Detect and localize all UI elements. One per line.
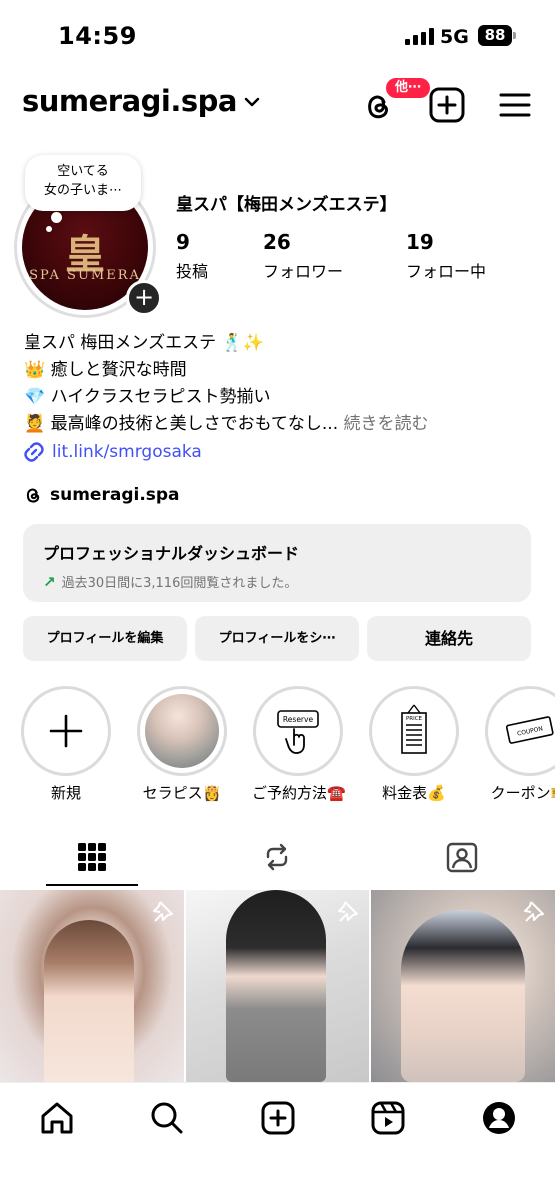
grid-icon[interactable] [77, 842, 107, 872]
highlight-price[interactable]: PRICE 料金表💰 [368, 686, 460, 803]
repost-icon[interactable] [261, 841, 293, 873]
highlight-therapist[interactable]: セラピス👸 [136, 686, 228, 803]
profile-bio: 皇スパ 梅田メンズエステ 🕺✨ 👑 癒しと贅沢な時間 💎 ハイクラスセラピスト勢… [24, 330, 429, 438]
bio-line: 皇スパ 梅田メンズエステ 🕺✨ [24, 333, 264, 353]
highlight-reservation[interactable]: Reserve ご予約方法☎️ [252, 686, 346, 803]
profile-link[interactable]: lit.link/smrgosaka [22, 440, 202, 464]
dashboard-subtitle-row: ↗ 過去30日間に3,116回閲覧されました。 [43, 572, 531, 592]
network-label: 5G [440, 26, 469, 48]
create-icon[interactable] [259, 1099, 297, 1137]
add-story-icon[interactable]: + [126, 280, 162, 316]
stat-value: 9 [176, 230, 190, 254]
bio-more-link[interactable]: 続きを読む [344, 414, 429, 434]
battery-icon: 88 [478, 25, 512, 46]
profile-tabs [0, 828, 555, 888]
add-post-icon[interactable] [428, 86, 466, 124]
menu-icon[interactable] [496, 86, 534, 124]
account-username[interactable]: sumeragi.spa [22, 84, 237, 118]
tap-hand-icon: Reserve [277, 710, 319, 754]
price-text: PRICE [406, 716, 423, 722]
highlight-label: セラピス👸 [142, 784, 222, 802]
link-icon [24, 442, 44, 462]
highlight-ring [21, 686, 111, 776]
contact-button[interactable]: 連絡先 [367, 616, 531, 661]
profile-icon[interactable] [480, 1099, 518, 1137]
dashboard-subtitle: 過去30日間に3,116回閲覧されました。 [61, 576, 298, 591]
share-profile-button[interactable]: プロフィールをシ⋯ [195, 616, 359, 661]
notification-badge[interactable]: 他⋯ [384, 76, 433, 100]
stat-value: 26 [263, 230, 291, 254]
avatar-logo-sub: SPA SUMERA [29, 268, 141, 283]
bio-line: 💆 最高峰の技術と美しさでおもてなし... [24, 414, 339, 434]
bio-line-last: 💆 最高峰の技術と美しさでおもてなし... 続きを読む [24, 411, 429, 438]
status-time: 14:59 [58, 22, 137, 50]
post-thumbnail[interactable] [185, 890, 370, 1082]
pin-icon [152, 901, 173, 922]
threads-profile-link[interactable]: sumeragi.spa [22, 484, 180, 506]
stat-label: フォロワー [263, 262, 344, 281]
reels-icon[interactable] [369, 1099, 407, 1137]
note-bubble-dot [51, 212, 62, 223]
pin-icon [338, 901, 359, 922]
post-thumbnail[interactable] [0, 890, 184, 1082]
highlight-ring [137, 686, 227, 776]
highlight-ring: PRICE [369, 686, 459, 776]
status-bar: 14:59 5G 88 [0, 0, 555, 72]
highlight-ring: COUPON [485, 686, 555, 776]
stat-value: 19 [406, 230, 434, 254]
reserve-text: Reserve [283, 715, 314, 724]
top-nav: sumeragi.spa 他⋯ [0, 76, 555, 134]
followers-stat[interactable]: 26 フォロワー [263, 230, 343, 282]
profile-link-text: lit.link/smrgosaka [52, 442, 202, 462]
stat-label: フォロー中 [406, 262, 487, 281]
trend-up-icon: ↗ [43, 572, 56, 591]
threads-handle: sumeragi.spa [50, 485, 180, 505]
price-list-icon: PRICE [401, 704, 427, 754]
highlight-ring: Reserve [253, 686, 343, 776]
photo-figure [225, 890, 326, 1082]
stat-label: 投稿 [176, 262, 209, 281]
photo-figure [401, 910, 526, 1082]
coupon-icon: COUPON [505, 716, 554, 744]
highlight-new[interactable]: 新規 [20, 686, 112, 803]
highlight-label: ご予約方法☎️ [252, 784, 346, 802]
search-icon[interactable] [148, 1099, 186, 1137]
plus-icon [49, 714, 83, 748]
active-tab-indicator [46, 884, 138, 886]
highlight-label: クーポン🎫 [490, 784, 555, 802]
posts-stat[interactable]: 9 投稿 [176, 230, 208, 282]
dashboard-title: プロフェッショナルダッシュボード [43, 544, 300, 563]
note-text: 空いてる 女の子いま⋯ [43, 164, 122, 198]
bottom-nav [0, 1082, 555, 1200]
pin-icon [524, 901, 545, 922]
note-bubble[interactable]: 空いてる 女の子いま⋯ [25, 155, 141, 211]
edit-profile-button[interactable]: プロフィールを編集 [23, 616, 187, 661]
display-name: 皇スパ【梅田メンズエステ】 [176, 195, 397, 215]
post-grid [0, 890, 555, 1082]
following-stat[interactable]: 19 フォロー中 [406, 230, 486, 282]
tagged-icon[interactable] [445, 840, 479, 874]
highlight-label: 料金表💰 [382, 784, 446, 802]
chevron-down-icon[interactable] [244, 96, 260, 108]
home-icon[interactable] [38, 1099, 76, 1137]
photo-figure [44, 920, 134, 1082]
bio-line: 👑 癒しと贅沢な時間 [24, 360, 187, 380]
signal-icon [405, 28, 434, 45]
post-thumbnail[interactable] [371, 890, 555, 1082]
professional-dashboard[interactable]: プロフェッショナルダッシュボード ↗ 過去30日間に3,116回閲覧されました。 [23, 524, 531, 602]
highlight-photo [145, 694, 219, 768]
battery-cap [513, 32, 516, 39]
bio-line: 💎 ハイクラスセラピスト勢揃い [24, 387, 271, 407]
highlight-coupon[interactable]: COUPON クーポン🎫 [484, 686, 555, 803]
threads-small-icon [26, 488, 40, 503]
note-bubble-dot-small [46, 226, 52, 232]
highlight-label: 新規 [50, 784, 81, 802]
